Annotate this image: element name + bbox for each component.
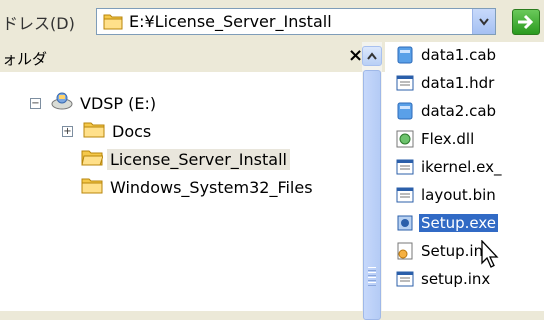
cab-icon: [395, 101, 415, 121]
file-name: ikernel.ex_: [421, 158, 502, 176]
go-button[interactable]: [512, 9, 540, 35]
address-value: E:¥License_Server_Install: [129, 12, 332, 31]
address-label: ドレス(D): [2, 14, 75, 33]
tree-label: License_Server_Install: [107, 148, 290, 170]
file-item[interactable]: layout.bin: [395, 182, 498, 208]
folder-icon: [81, 176, 103, 198]
file-item[interactable]: Flex.dll: [395, 126, 476, 152]
file-list: data1.cab data1.hdr data2.cab Flex.dll i…: [385, 42, 544, 311]
file-item-selected[interactable]: Setup.exe: [395, 210, 499, 236]
tree-label: Windows_System32_Files: [110, 177, 313, 197]
folder-pane-header: ォルダ ×: [0, 42, 385, 72]
file-name: setup.inx: [421, 270, 491, 288]
folder-pane-title: ォルダ: [2, 50, 48, 68]
file-item[interactable]: data1.hdr: [395, 70, 496, 96]
file-name: data1.hdr: [421, 74, 495, 92]
file-name: Setup.ini: [421, 242, 488, 260]
address-bar: ドレス(D) E:¥License_Server_Install: [0, 0, 544, 42]
doc-icon: [395, 73, 415, 93]
collapse-icon[interactable]: −: [30, 97, 41, 109]
file-name: layout.bin: [421, 186, 496, 204]
doc-icon: [395, 185, 415, 205]
file-name: data1.cab: [421, 46, 497, 64]
file-item[interactable]: setup.inx: [395, 266, 492, 292]
chevron-down-icon: [479, 17, 489, 26]
ini-icon: [395, 241, 415, 261]
tree-node-license-server-install[interactable]: License_Server_Install: [81, 146, 290, 172]
address-input[interactable]: E:¥License_Server_Install: [96, 8, 496, 35]
tree-label: Docs: [112, 121, 152, 141]
file-item[interactable]: Setup.ini: [395, 238, 489, 264]
scroll-up-button[interactable]: [362, 46, 382, 66]
doc-icon: [395, 157, 415, 177]
cab-icon: [395, 45, 415, 65]
scroll-thumb[interactable]: [363, 70, 381, 320]
folder-icon: [103, 12, 123, 34]
address-dropdown-button[interactable]: [472, 9, 495, 34]
file-name: data2.cab: [421, 102, 497, 120]
setup-icon: [395, 213, 415, 233]
file-name: Flex.dll: [421, 130, 475, 148]
drive-icon: [51, 91, 73, 115]
tree-label: VDSP (E:): [80, 93, 157, 113]
grip-icon: [368, 267, 376, 287]
chevron-up-icon: [367, 52, 377, 60]
mouse-cursor-icon: [481, 240, 499, 268]
close-icon[interactable]: ×: [348, 45, 363, 66]
tree-node-drive[interactable]: − VDSP (E:): [30, 90, 159, 116]
dll-icon: [395, 129, 415, 149]
tree-node-docs[interactable]: + Docs: [62, 118, 154, 144]
file-item[interactable]: ikernel.ex_: [395, 154, 503, 180]
file-item[interactable]: data2.cab: [395, 98, 498, 124]
arrow-right-icon: [518, 14, 534, 30]
expand-icon[interactable]: +: [62, 125, 73, 137]
file-name: Setup.exe: [419, 214, 499, 232]
folder-icon: [83, 120, 105, 142]
tree-node-windows-system32-files[interactable]: Windows_System32_Files: [81, 174, 316, 200]
tree-scrollbar[interactable]: [362, 42, 382, 320]
folder-open-icon: [81, 148, 104, 170]
doc-icon: [395, 269, 415, 289]
folder-tree-panel: ォルダ × − VDSP (E:) + Docs License_Server_…: [0, 42, 385, 311]
file-item[interactable]: data1.cab: [395, 42, 498, 68]
